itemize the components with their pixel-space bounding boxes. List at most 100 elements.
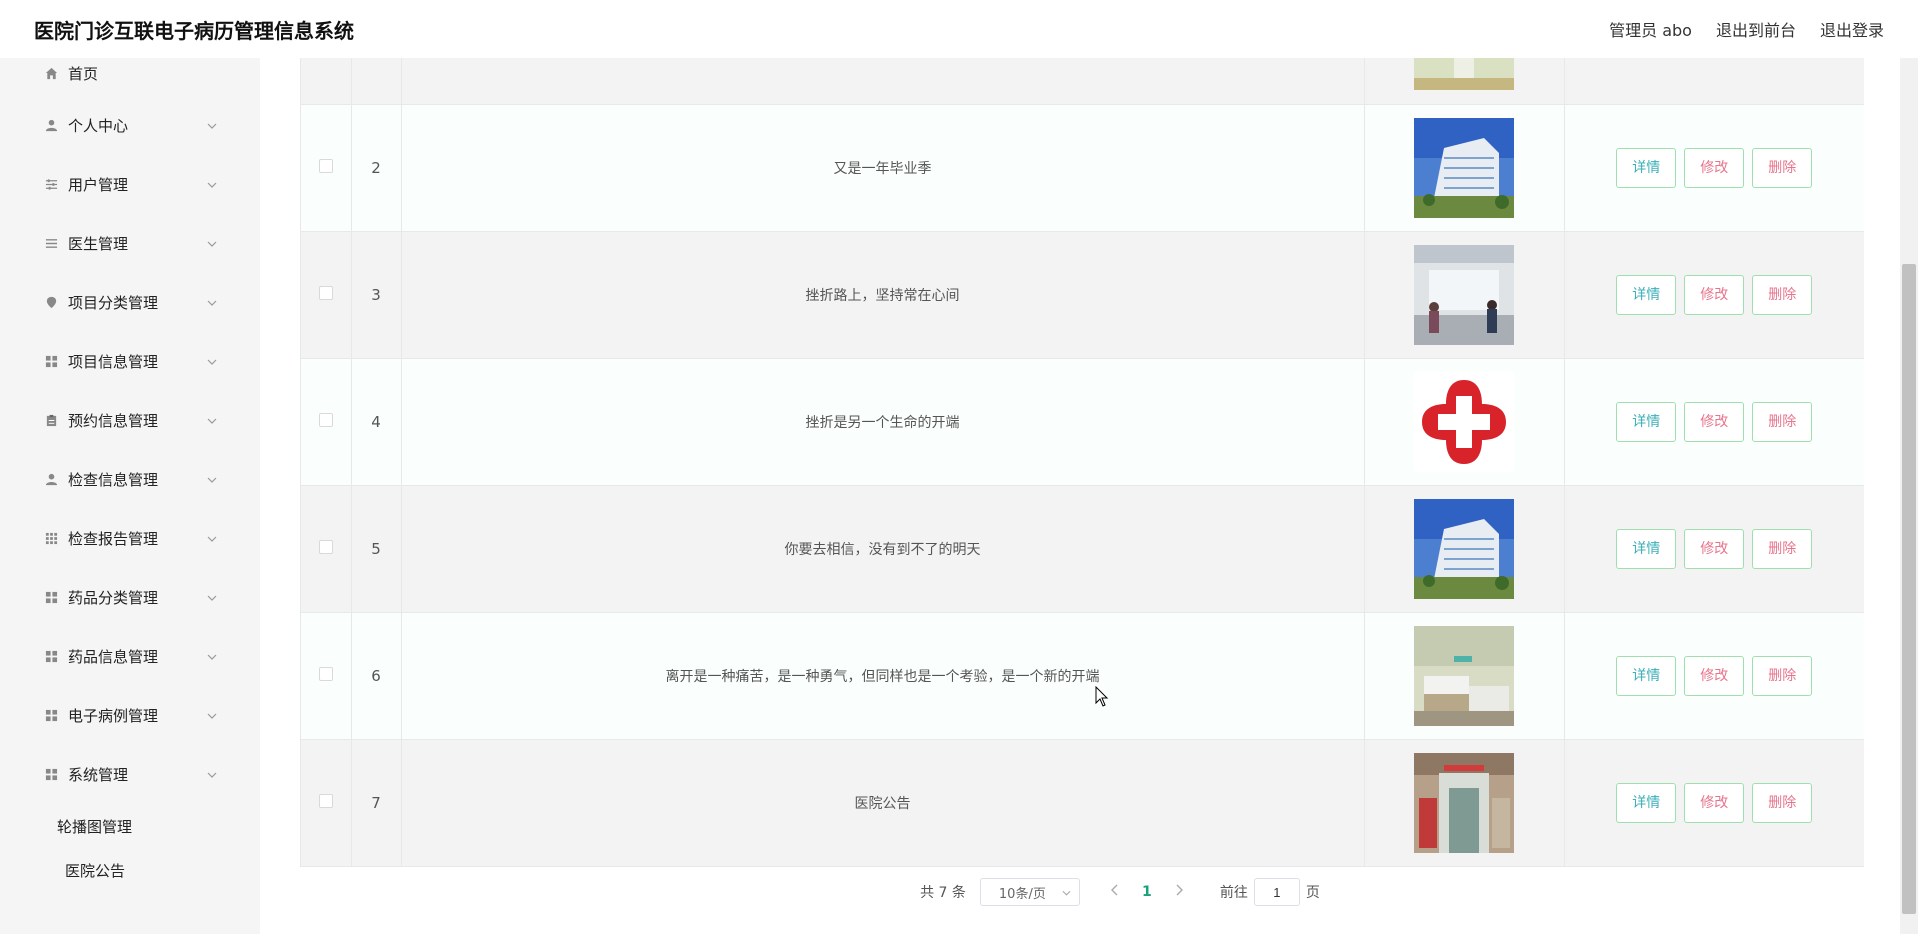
clipboard-icon [44,414,58,428]
delete-button[interactable]: 删除 [1752,528,1813,569]
delete-button[interactable]: 删除 [1752,782,1813,823]
sidebar-item-system[interactable]: 系统管理 [16,745,228,804]
top-header: 医院门诊互联电子病历管理信息系统 管理员 abo 退出到前台 退出登录 [0,0,1918,58]
row-image [1414,752,1514,853]
sidebar-item-label: 检查信息管理 [68,471,159,489]
chevron-right-icon [1176,884,1183,896]
chevron-down-icon [206,592,218,604]
chevron-down-icon [206,238,218,250]
delete-button[interactable]: 删除 [1752,274,1813,315]
sidebar-item-label: 项目信息管理 [68,353,159,371]
table-row: 3 挫折路上，坚持常在心间 详情 修改 删除 [301,231,1864,359]
pagination-total: 共 7 条 [920,885,966,901]
chevron-down-icon [206,179,218,191]
page-number-current[interactable]: 1 [1130,884,1164,900]
edit-button[interactable]: 修改 [1684,401,1745,442]
sliders-icon [44,178,58,192]
sidebar-item-personal[interactable]: 个人中心 [16,96,228,155]
apps-icon [44,532,58,546]
sidebar-item-label: 药品分类管理 [68,589,159,607]
table-row: 7 医院公告 详情 修改 删除 [301,739,1864,867]
delete-button[interactable]: 删除 [1752,655,1813,696]
delete-button[interactable]: 删除 [1752,401,1813,442]
grid-icon [44,768,58,782]
mouse-cursor-icon [1095,686,1109,707]
row-index: 4 [371,412,381,431]
detail-button[interactable]: 详情 [1616,274,1677,315]
row-checkbox[interactable] [318,285,333,300]
edit-button[interactable]: 修改 [1684,274,1745,315]
sidebar-item-label: 项目分类管理 [68,294,159,312]
row-title: 离开是一种痛苦，是一种勇气，但同样也是一个考验，是一个新的开端 [665,668,1100,685]
to-front-link[interactable]: 退出到前台 [1716,17,1796,41]
sidebar-item-users[interactable]: 用户管理 [16,155,228,214]
page-size-select[interactable]: 10条/页 [979,878,1080,906]
sidebar-item-emr[interactable]: 电子病例管理 [16,686,228,745]
scrollbar-thumb[interactable] [1902,264,1916,914]
prev-page-button[interactable] [1100,884,1130,900]
page-jump-suffix: 页 [1305,885,1320,901]
grid-icon [44,650,58,664]
page-size-value: 10条/页 [998,886,1046,902]
sidebar-item-drug-category[interactable]: 药品分类管理 [16,568,228,627]
delete-button[interactable]: 删除 [1752,147,1813,188]
pin-icon [44,296,58,310]
detail-button[interactable]: 详情 [1616,528,1677,569]
admin-name: 管理员 abo [1609,21,1692,40]
chevron-down-icon [206,769,218,781]
row-title: 又是一年毕业季 [833,160,932,177]
sidebar-item-exam-info[interactable]: 检查信息管理 [16,450,228,509]
table-row: 6 离开是一种痛苦，是一种勇气，但同样也是一个考验，是一个新的开端 详情 修改 删除 [301,612,1864,740]
main-content: 2 又是一年毕业季 详情 修改 删除 3 挫折路上，坚持常在心间 详情 修改 删… [260,0,1900,934]
sidebar-item-label: 检查报告管理 [68,530,159,548]
row-checkbox[interactable] [318,793,333,808]
sidebar-item-label: 医生管理 [68,235,129,253]
row-image [1414,371,1514,472]
chevron-down-icon [206,710,218,722]
page-jump-prefix: 前往 [1219,885,1248,901]
row-checkbox[interactable] [318,412,333,427]
row-index: 5 [371,539,381,558]
row-index: 3 [371,285,381,304]
row-checkbox[interactable] [318,539,333,554]
row-image [1414,625,1514,726]
row-index: 7 [371,793,381,812]
sidebar-item-drug-info[interactable]: 药品信息管理 [16,627,228,686]
sidebar-subitem-announcement[interactable]: 医院公告 [16,848,228,892]
sidebar-item-appointment[interactable]: 预约信息管理 [16,391,228,450]
detail-button[interactable]: 详情 [1616,782,1677,823]
page-jump-input[interactable] [1253,878,1300,906]
edit-button[interactable]: 修改 [1684,528,1745,569]
sidebar-item-project-info[interactable]: 项目信息管理 [16,332,228,391]
sidebar-item-exam-report[interactable]: 检查报告管理 [16,509,228,568]
sidebar-item-label: 用户管理 [68,176,129,194]
pagination: 共 7 条 10条/页 1 前往 页 [260,878,1900,906]
detail-button[interactable]: 详情 [1616,655,1677,696]
row-title: 挫折路上，坚持常在心间 [805,287,960,304]
row-checkbox[interactable] [318,158,333,173]
sidebar-item-project-category[interactable]: 项目分类管理 [16,273,228,332]
chevron-down-icon [206,120,218,132]
row-title: 医院公告 [854,795,911,812]
sidebar-item-label: 首页 [68,64,99,83]
grid-icon [44,591,58,605]
sidebar-item-doctors[interactable]: 医生管理 [16,214,228,273]
list-icon [44,237,58,251]
edit-button[interactable]: 修改 [1684,655,1745,696]
sidebar-subitem-carousel[interactable]: 轮播图管理 [16,804,228,848]
home-icon [44,66,58,80]
row-image [1414,244,1514,345]
grid-icon [44,709,58,723]
edit-button[interactable]: 修改 [1684,782,1745,823]
row-checkbox[interactable] [318,666,333,681]
app-title: 医院门诊互联电子病历管理信息系统 [34,18,354,43]
row-title: 挫折是另一个生命的开端 [805,414,960,431]
edit-button[interactable]: 修改 [1684,147,1745,188]
sidebar-item-label: 个人中心 [68,117,129,135]
header-actions: 管理员 abo 退出到前台 退出登录 [1609,17,1884,41]
sidebar-item-label: 预约信息管理 [68,412,159,430]
detail-button[interactable]: 详情 [1616,401,1677,442]
detail-button[interactable]: 详情 [1616,147,1677,188]
next-page-button[interactable] [1164,884,1194,900]
logout-link[interactable]: 退出登录 [1820,17,1884,41]
